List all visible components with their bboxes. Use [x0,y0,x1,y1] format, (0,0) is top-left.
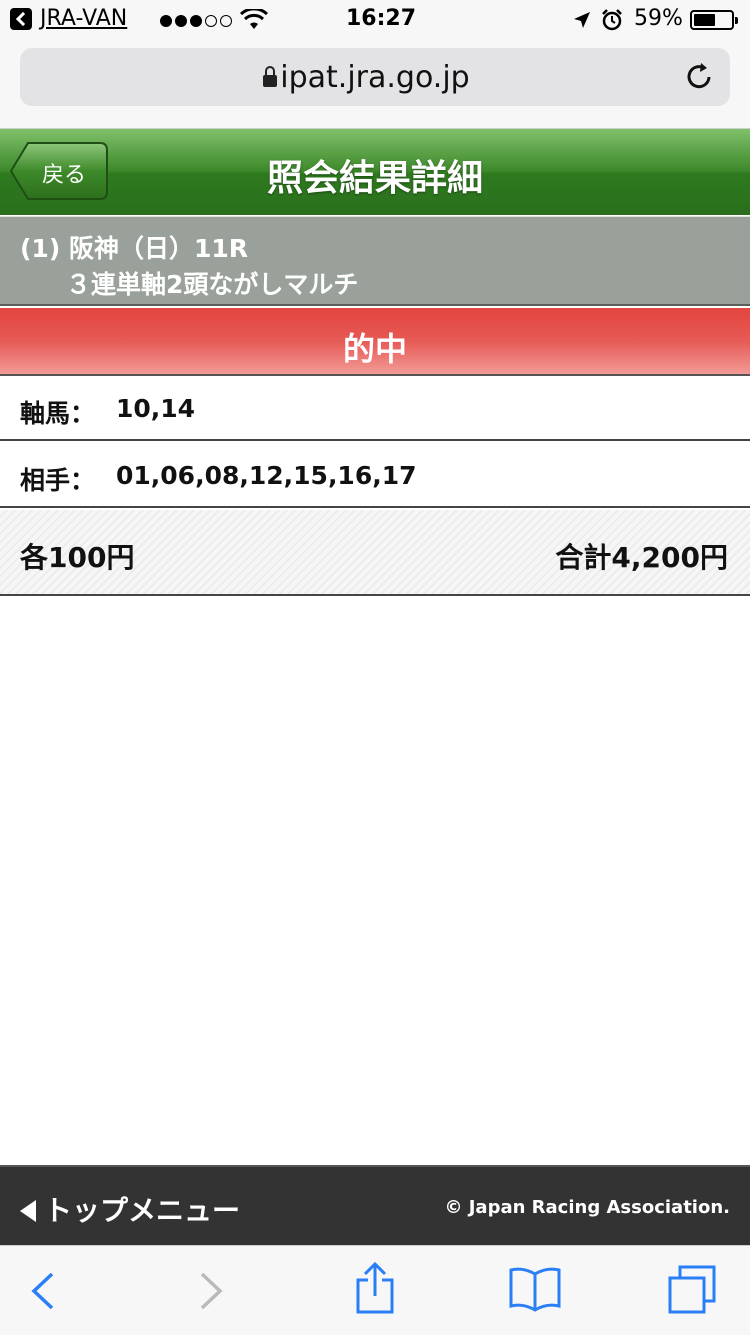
axis-horses-row: 軸馬： 10,14 [0,376,750,441]
axis-value: 10,14 [116,394,196,423]
browser-toolbar [0,1245,750,1335]
race-info: (1) 阪神（日）11R ３連単軸2頭ながしマルチ [0,216,750,306]
each-amount: 各100円 [20,541,135,574]
signal-dot [190,15,202,27]
partner-horses-row: 相手： 01,06,08,12,15,16,17 [0,443,750,508]
signal-dot [160,15,172,27]
page-footer: トップメニュー © Japan Racing Association. [0,1165,750,1245]
battery-icon [690,10,738,30]
cellular-signal-icon [160,12,235,31]
top-menu-label[interactable]: トップメニュー [44,1194,240,1227]
signal-dot [220,15,232,27]
alarm-icon [602,9,622,31]
clock: 16:27 [346,6,417,31]
axis-label: 軸馬： [20,399,96,428]
amount-row: 各100円 合計4,200円 [0,510,750,596]
bookmarks-icon[interactable] [508,1266,562,1312]
wifi-icon [240,9,268,29]
back-to-app-icon[interactable] [10,8,32,30]
page-header: 戻る 照会結果詳細 [0,129,750,215]
result-banner: 的中 [0,308,750,376]
result-status: 的中 [342,330,407,368]
browser-address-area: ipat.jra.go.jp [0,40,750,129]
partner-label: 相手： [20,466,96,495]
browser-back-icon[interactable] [30,1272,56,1310]
top-menu-link[interactable]: トップメニュー [20,1189,240,1229]
signal-dot [205,15,217,27]
partner-value: 01,06,08,12,15,16,17 [116,461,417,490]
reload-icon[interactable] [682,60,716,94]
address-bar[interactable]: ipat.jra.go.jp [20,48,730,106]
battery-fill [694,14,715,26]
triangle-left-icon [20,1200,36,1222]
url-text[interactable]: ipat.jra.go.jp [20,60,730,95]
share-icon[interactable] [354,1262,396,1316]
browser-forward-icon[interactable] [198,1272,224,1310]
race-venue: (1) 阪神（日）11R [20,234,248,263]
total-amount: 合計4,200円 [555,541,728,574]
bet-type: ３連単軸2頭ながしマルチ [66,270,359,299]
status-bar: JRA-VAN 16:27 59% [0,0,750,40]
battery-percent: 59% [634,6,683,31]
tabs-icon[interactable] [666,1264,718,1316]
signal-dot [175,15,187,27]
location-arrow-icon [574,12,590,28]
back-to-app-label[interactable]: JRA-VAN [40,6,127,31]
copyright: © Japan Racing Association. [444,1197,730,1218]
page-title: 照会結果詳細 [266,158,483,199]
